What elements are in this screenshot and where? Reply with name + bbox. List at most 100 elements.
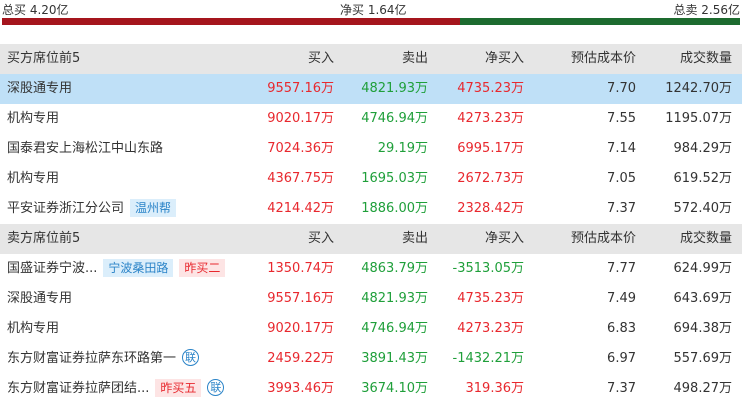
net-amount: 2328.42万 bbox=[457, 201, 524, 216]
seat-name-cell: 东方财富证券拉萨东环路第一联 bbox=[7, 344, 200, 374]
volume: 643.69万 bbox=[673, 291, 733, 306]
cost-price: 7.55 bbox=[607, 111, 636, 126]
buy-ratio-bar bbox=[2, 18, 460, 25]
volume: 557.69万 bbox=[673, 351, 733, 366]
table-row[interactable]: 机构专用 9020.17万 4746.94万 4273.23万 6.83 694… bbox=[0, 314, 742, 344]
sell-ratio-bar bbox=[460, 18, 740, 25]
header-sell: 卖出 bbox=[401, 51, 428, 66]
table-row[interactable]: 国盛证券宁波... 宁波桑田路 昨买二 1350.74万 4863.79万 -351… bbox=[0, 254, 742, 284]
seat-name-cell: 东方财富证券拉萨团结... 昨买五联 bbox=[7, 374, 225, 404]
sell-amount: 29.19万 bbox=[377, 141, 428, 156]
seat-name[interactable]: 国泰君安上海松江中山东路 bbox=[7, 134, 163, 164]
volume: 694.38万 bbox=[673, 321, 733, 336]
net-amount: -1432.21万 bbox=[452, 351, 524, 366]
header-volume: 成交数量 bbox=[679, 231, 732, 246]
seat-name[interactable]: 国盛证券宁波... bbox=[7, 261, 97, 276]
group-tag[interactable]: 温州帮 bbox=[130, 198, 177, 217]
net-amount: 4273.23万 bbox=[457, 111, 524, 126]
seat-name[interactable]: 深股通专用 bbox=[7, 284, 72, 314]
header-seat: 卖方席位前5 bbox=[7, 231, 81, 246]
seat-name[interactable]: 机构专用 bbox=[7, 164, 59, 194]
sell-section-header: 卖方席位前5 买入 卖出 净买入 预估成本价 成交数量 bbox=[0, 224, 742, 254]
buy-amount: 9020.17万 bbox=[267, 111, 334, 126]
seat-name[interactable]: 机构专用 bbox=[7, 314, 59, 344]
buy-amount: 9020.17万 bbox=[267, 321, 334, 336]
cost-price: 6.83 bbox=[607, 321, 636, 336]
table-row[interactable]: 深股通专用 9557.16万 4821.93万 4735.23万 7.49 64… bbox=[0, 284, 742, 314]
volume: 572.40万 bbox=[673, 201, 733, 216]
header-net: 净买入 bbox=[484, 231, 524, 246]
buy-amount: 4214.42万 bbox=[267, 201, 334, 216]
history-tag[interactable]: 昨买二 bbox=[179, 258, 226, 277]
header-cost: 预估成本价 bbox=[570, 231, 636, 246]
net-amount: -3513.05万 bbox=[452, 261, 524, 276]
net-buy-label: 净买 1.64亿 bbox=[340, 3, 407, 17]
cost-price: 6.97 bbox=[607, 351, 636, 366]
volume: 1195.07万 bbox=[665, 111, 732, 126]
table-row[interactable]: 东方财富证券拉萨东环路第一联 2459.22万 3891.43万 -1432.2… bbox=[0, 344, 742, 374]
location-tag[interactable]: 宁波桑田路 bbox=[103, 258, 174, 277]
sell-amount: 4821.93万 bbox=[361, 291, 428, 306]
table-row[interactable]: 机构专用 9020.17万 4746.94万 4273.23万 7.55 119… bbox=[0, 104, 742, 134]
cost-price: 7.05 bbox=[607, 171, 636, 186]
volume: 619.52万 bbox=[673, 171, 733, 186]
sell-amount: 3674.10万 bbox=[361, 381, 428, 396]
net-buy-summary: 总买 4.20亿 净买 1.64亿 总卖 2.56亿 bbox=[0, 0, 742, 30]
header-seat: 买方席位前5 bbox=[7, 51, 81, 66]
buy-amount: 3993.46万 bbox=[267, 381, 334, 396]
volume: 1242.70万 bbox=[665, 81, 732, 96]
sell-amount: 4746.94万 bbox=[361, 321, 428, 336]
cost-price: 7.49 bbox=[607, 291, 636, 306]
header-volume: 成交数量 bbox=[679, 51, 732, 66]
linked-seat-icon[interactable]: 联 bbox=[182, 349, 200, 366]
buy-amount: 4367.75万 bbox=[267, 171, 334, 186]
sell-amount: 4821.93万 bbox=[361, 81, 428, 96]
seat-name-cell: 国盛证券宁波... 宁波桑田路 昨买二 bbox=[7, 254, 226, 284]
header-sell: 卖出 bbox=[401, 231, 428, 246]
seat-name[interactable]: 深股通专用 bbox=[7, 74, 72, 104]
table-row[interactable]: 国泰君安上海松江中山东路 7024.36万 29.19万 6995.17万 7.… bbox=[0, 134, 742, 164]
header-cost: 预估成本价 bbox=[570, 51, 636, 66]
cost-price: 7.70 bbox=[607, 81, 636, 96]
buy-amount: 9557.16万 bbox=[267, 291, 334, 306]
volume: 498.27万 bbox=[673, 381, 733, 396]
table-row[interactable]: 深股通专用 9557.16万 4821.93万 4735.23万 7.70 12… bbox=[0, 74, 742, 104]
table-row[interactable]: 东方财富证券拉萨团结... 昨买五联 3993.46万 3674.10万 319.… bbox=[0, 374, 742, 404]
table-row[interactable]: 机构专用 4367.75万 1695.03万 2672.73万 7.05 619… bbox=[0, 164, 742, 194]
cost-price: 7.37 bbox=[607, 381, 636, 396]
cost-price: 7.14 bbox=[607, 141, 636, 156]
volume: 984.29万 bbox=[673, 141, 733, 156]
sell-amount: 1886.00万 bbox=[361, 201, 428, 216]
sell-amount: 1695.03万 bbox=[361, 171, 428, 186]
cost-price: 7.77 bbox=[607, 261, 636, 276]
cost-price: 7.37 bbox=[607, 201, 636, 216]
seat-name[interactable]: 机构专用 bbox=[7, 104, 59, 134]
total-sell-label: 总卖 2.56亿 bbox=[673, 3, 740, 17]
header-net: 净买入 bbox=[484, 51, 524, 66]
seat-name[interactable]: 平安证券浙江分公司 bbox=[7, 201, 124, 216]
net-amount: 6995.17万 bbox=[457, 141, 524, 156]
net-amount: 4735.23万 bbox=[457, 81, 524, 96]
total-buy-label: 总买 4.20亿 bbox=[2, 3, 69, 17]
buy-amount: 9557.16万 bbox=[267, 81, 334, 96]
buy-amount: 2459.22万 bbox=[267, 351, 334, 366]
net-amount: 4735.23万 bbox=[457, 291, 524, 306]
sell-amount: 3891.43万 bbox=[361, 351, 428, 366]
buy-section-header: 买方席位前5 买入 卖出 净买入 预估成本价 成交数量 bbox=[0, 44, 742, 74]
buy-amount: 1350.74万 bbox=[267, 261, 334, 276]
seat-name-cell: 平安证券浙江分公司 温州帮 bbox=[7, 194, 177, 224]
header-buy: 买入 bbox=[307, 51, 334, 66]
net-amount: 2672.73万 bbox=[457, 171, 524, 186]
buy-amount: 7024.36万 bbox=[267, 141, 334, 156]
sell-amount: 4863.79万 bbox=[361, 261, 428, 276]
net-amount: 4273.23万 bbox=[457, 321, 524, 336]
volume: 624.99万 bbox=[673, 261, 733, 276]
header-buy: 买入 bbox=[307, 231, 334, 246]
seat-name[interactable]: 东方财富证券拉萨东环路第一 bbox=[7, 351, 176, 366]
history-tag[interactable]: 昨买五 bbox=[155, 378, 202, 397]
net-amount: 319.36万 bbox=[465, 381, 525, 396]
sell-amount: 4746.94万 bbox=[361, 111, 428, 126]
table-row[interactable]: 平安证券浙江分公司 温州帮 4214.42万 1886.00万 2328.42万 … bbox=[0, 194, 742, 224]
seat-name[interactable]: 东方财富证券拉萨团结... bbox=[7, 381, 149, 396]
linked-seat-icon[interactable]: 联 bbox=[207, 379, 225, 396]
